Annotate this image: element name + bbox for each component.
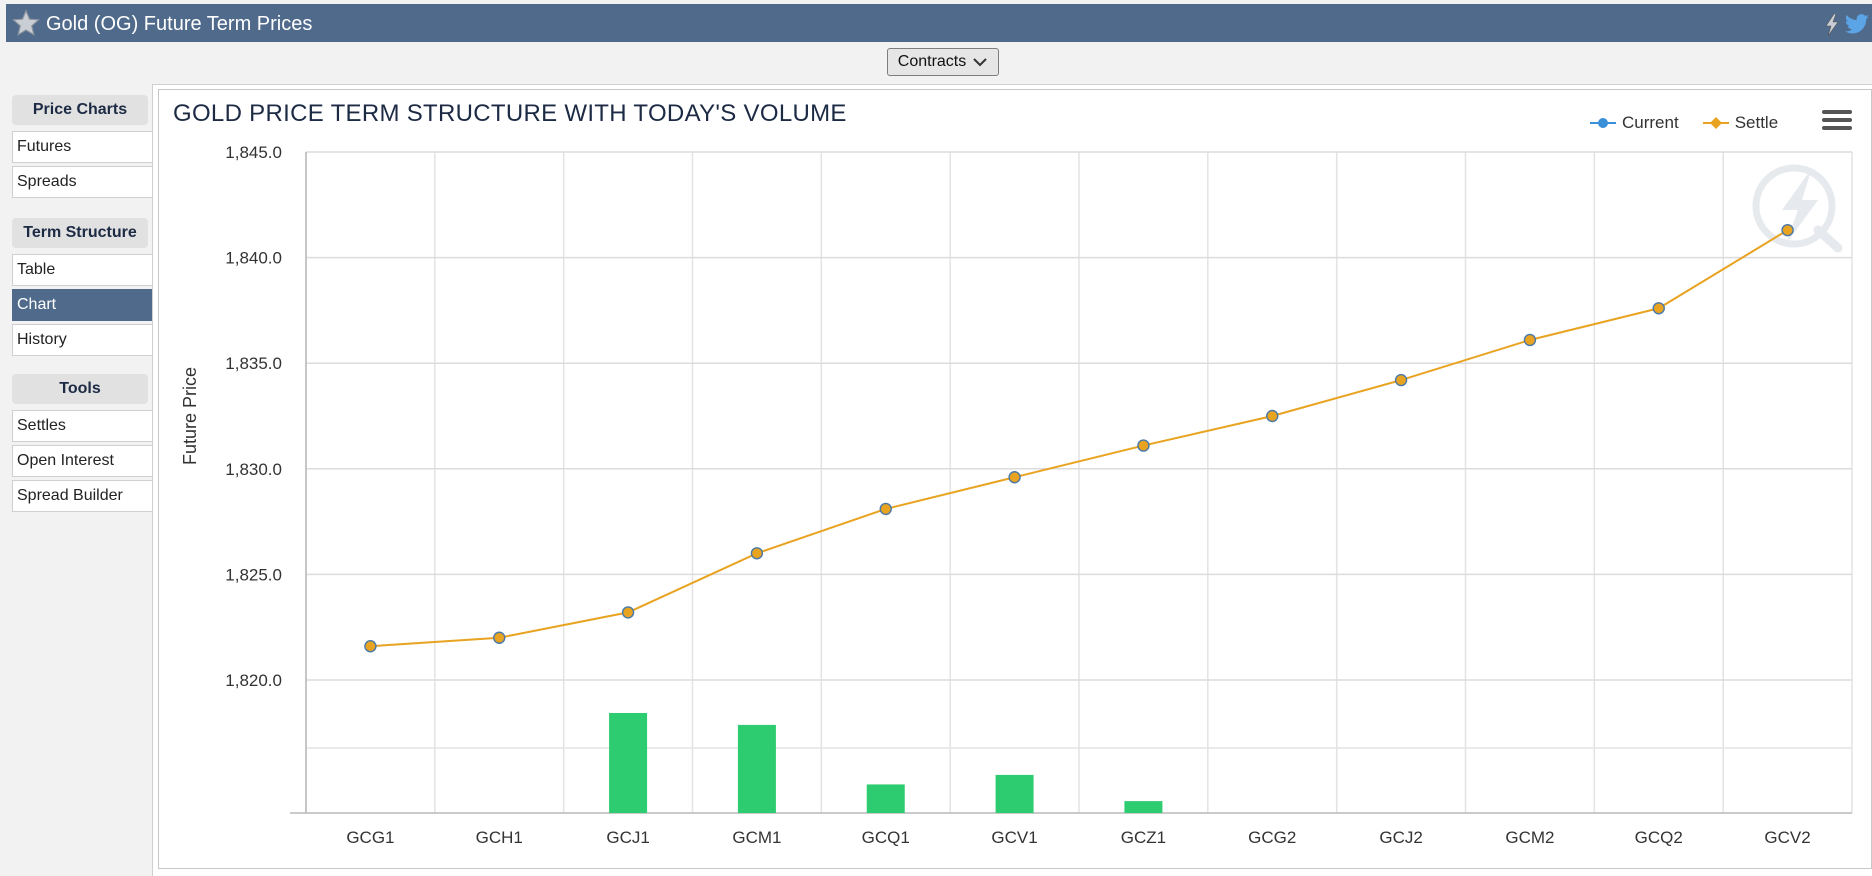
lightning-icon[interactable] xyxy=(1824,14,1840,36)
chart-menu-icon[interactable] xyxy=(1822,110,1852,134)
chart-legend: Current Settle xyxy=(1590,110,1802,136)
sidebar-item-spreads[interactable]: Spreads xyxy=(12,166,152,198)
sidebar-item-open-interest[interactable]: Open Interest xyxy=(12,445,152,477)
contracts-label: Contracts xyxy=(897,53,967,70)
star-icon[interactable] xyxy=(12,9,40,37)
chart-container xyxy=(158,89,1872,869)
sidebar-item-history[interactable]: History xyxy=(12,324,152,356)
chevron-down-icon xyxy=(973,58,987,67)
chart-title: GOLD PRICE TERM STRUCTURE WITH TODAY'S V… xyxy=(173,100,847,127)
sidebar-header-price-charts: Price Charts xyxy=(12,95,148,125)
sidebar-item-spread-builder[interactable]: Spread Builder xyxy=(12,480,152,512)
contracts-dropdown[interactable]: Contracts xyxy=(887,48,999,76)
legend-settle-marker xyxy=(1702,117,1729,129)
sidebar-item-chart[interactable]: Chart xyxy=(12,289,152,321)
sidebar: Price Charts Futures Spreads Term Struct… xyxy=(0,84,154,876)
legend-current-label: Current xyxy=(1622,113,1679,132)
page-title: Gold (OG) Future Term Prices xyxy=(46,13,313,35)
twitter-icon[interactable] xyxy=(1844,14,1870,36)
title-bar: Gold (OG) Future Term Prices xyxy=(6,4,1872,42)
legend-current-marker xyxy=(1590,118,1616,128)
sidebar-header-term-structure: Term Structure xyxy=(12,218,148,248)
sidebar-item-settles[interactable]: Settles xyxy=(12,410,152,442)
sidebar-header-tools: Tools xyxy=(12,374,148,404)
sidebar-item-futures[interactable]: Futures xyxy=(12,131,152,163)
legend-settle[interactable]: Settle xyxy=(1702,113,1779,133)
legend-settle-label: Settle xyxy=(1734,113,1779,132)
sidebar-item-table[interactable]: Table xyxy=(12,254,152,286)
legend-current[interactable]: Current xyxy=(1590,113,1679,133)
